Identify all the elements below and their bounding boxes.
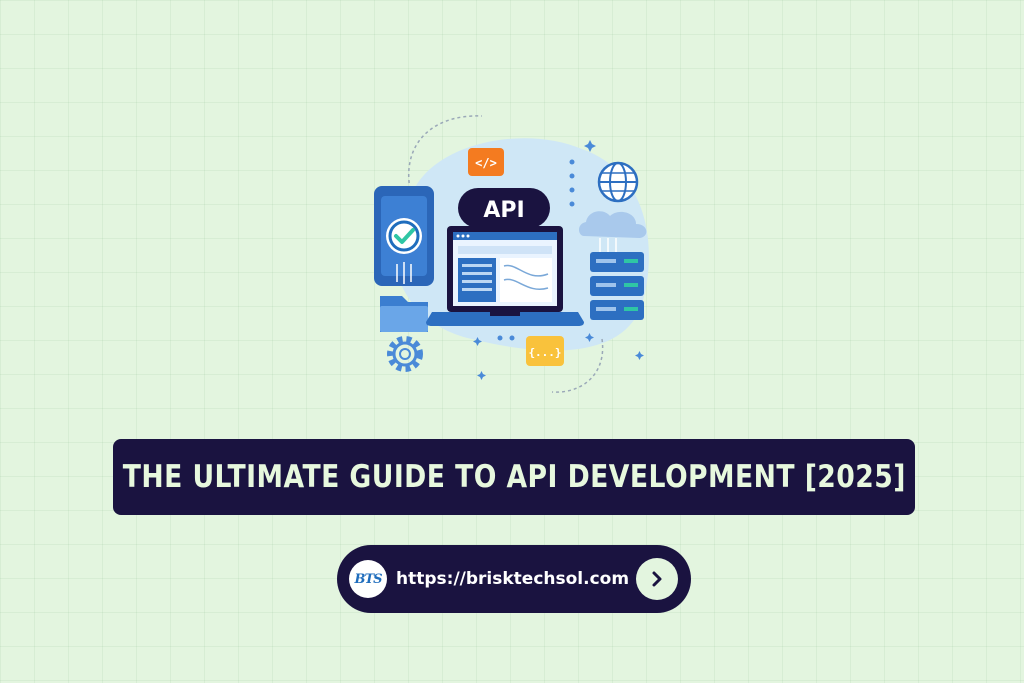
brand-logo-icon: BTS	[349, 560, 387, 598]
api-label: API	[483, 198, 524, 223]
api-illustration: </> API {...}	[352, 104, 672, 404]
code-tag-icon: </>	[468, 148, 504, 176]
code-tag-label: </>	[475, 156, 497, 170]
braces-label: {...}	[528, 346, 561, 359]
website-link-pill[interactable]: BTS https://brisktechsol.com	[337, 545, 691, 613]
website-url[interactable]: https://brisktechsol.com	[396, 569, 636, 589]
brand-logo-text: BTS	[354, 571, 382, 587]
go-arrow-button[interactable]	[636, 558, 678, 600]
globe-icon	[597, 161, 639, 203]
gear-icon	[387, 336, 423, 372]
json-braces-icon: {...}	[526, 336, 564, 366]
api-illustration-svg: </> API {...}	[374, 115, 649, 393]
page-title: THE ULTIMATE GUIDE TO API DEVELOPMENT [2…	[122, 459, 906, 495]
title-banner: THE ULTIMATE GUIDE TO API DEVELOPMENT [2…	[113, 439, 915, 515]
server-stack-icon	[590, 252, 644, 320]
chevron-right-icon	[652, 571, 662, 587]
laptop-icon	[426, 226, 584, 326]
phone-icon	[374, 186, 434, 286]
